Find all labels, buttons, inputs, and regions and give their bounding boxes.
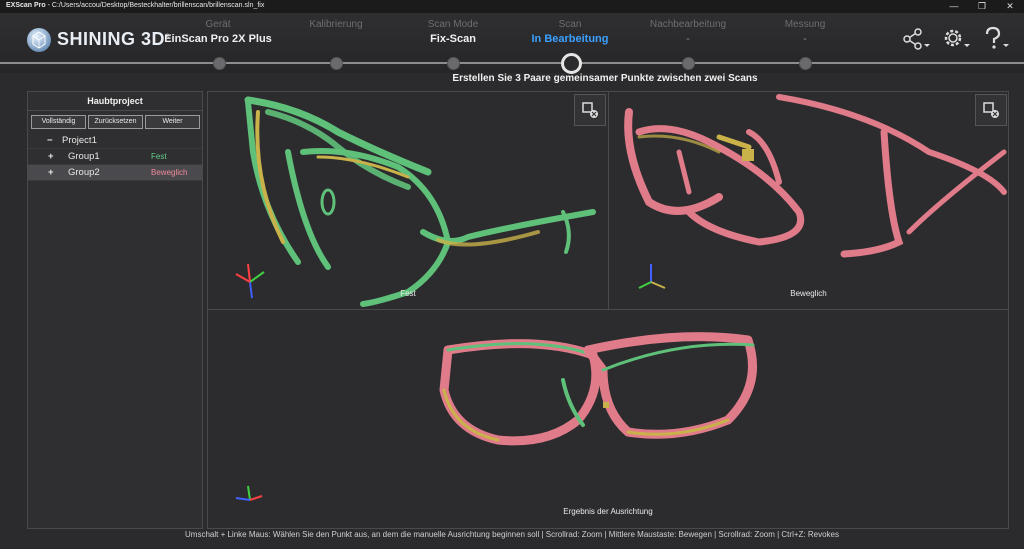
axis-gizmo-icon <box>638 264 666 289</box>
viewport-label-fixed: Fest <box>400 289 416 298</box>
shining3d-logo-icon <box>27 28 51 52</box>
status-bar: Umschalt + Linke Maus: Wählen Sie den Pu… <box>185 530 839 539</box>
status-moving: Beweglich <box>151 168 188 177</box>
fit-view-icon[interactable] <box>574 94 606 126</box>
aligned-glasses-scan <box>235 332 757 501</box>
help-icon[interactable] <box>981 26 1011 52</box>
step-dot-scan-mode[interactable] <box>447 57 460 70</box>
gear-icon[interactable] <box>941 26 971 52</box>
workflow-header: SHINING 3D® Gerät EinScan Pro 2X Plus Ka… <box>0 13 1024 74</box>
app-name: EXScan Pro <box>6 2 46 9</box>
fit-view-icon[interactable] <box>975 94 1007 126</box>
alignment-result-viewport[interactable]: Ergebnis der Ausrichtung <box>207 309 1009 529</box>
step-dot-measurement[interactable] <box>799 57 812 70</box>
window-title: EXScan Pro - C:/Users/accou/Desktop/Best… <box>6 2 265 9</box>
complete-button[interactable]: Vollständig <box>31 115 86 129</box>
share-icon[interactable] <box>901 27 931 51</box>
viewport-label-moving: Beweglich <box>790 289 827 298</box>
status-fixed: Fest <box>151 152 167 161</box>
step-dot-scan-current[interactable] <box>561 53 582 74</box>
axis-gizmo-icon <box>235 485 263 501</box>
tree-item-project1[interactable]: − Project1 <box>28 133 202 149</box>
tree-item-group2[interactable]: + Group2 Beweglich <box>28 165 202 181</box>
instruction-text: Erstellen Sie 3 Paare gemeinsamer Punkte… <box>452 73 758 84</box>
project-panel: Haubtproject Vollständig Zurücksetzen We… <box>27 91 203 529</box>
step-dot-device[interactable] <box>213 57 226 70</box>
next-button[interactable]: Weiter <box>145 115 200 129</box>
step-device[interactable]: Gerät EinScan Pro 2X Plus <box>158 19 278 45</box>
device-name: EinScan Pro 2X Plus <box>164 33 272 45</box>
step-dot-calibration[interactable] <box>330 57 343 70</box>
moving-scan-viewport[interactable]: Beweglich <box>608 91 1009 310</box>
maximize-button[interactable]: ❐ <box>968 0 996 13</box>
moving-glasses-scan <box>624 94 1007 289</box>
project-tree: − Project1 + Group1 Fest + Group2 Bewegl… <box>28 133 202 181</box>
title-bar: EXScan Pro - C:/Users/accou/Desktop/Best… <box>0 0 1024 13</box>
close-button[interactable]: ✕ <box>996 0 1024 13</box>
fixed-scan-viewport[interactable]: Fest <box>207 91 609 310</box>
fixed-glasses-scan <box>235 96 596 307</box>
collapse-icon[interactable]: − <box>47 133 53 148</box>
step-measurement[interactable]: Messung - <box>745 19 865 45</box>
viewport-label-result: Ergebnis der Ausrichtung <box>563 507 653 516</box>
expand-icon[interactable]: + <box>48 165 54 180</box>
step-scan[interactable]: Scan In Bearbeitung <box>510 19 630 45</box>
step-dot-postprocessing[interactable] <box>682 57 695 70</box>
project-panel-title: Haubtproject <box>28 92 202 111</box>
step-postprocessing[interactable]: Nachbearbeitung - <box>628 19 748 45</box>
expand-icon[interactable]: + <box>48 149 54 164</box>
step-scan-mode[interactable]: Scan Mode Fix-Scan <box>393 19 513 45</box>
file-path: C:/Users/accou/Desktop/Besteckhalter/bri… <box>51 2 265 9</box>
tree-item-group1[interactable]: + Group1 Fest <box>28 149 202 165</box>
reset-button[interactable]: Zurücksetzen <box>88 115 143 129</box>
minimize-button[interactable]: — <box>940 0 968 13</box>
step-calibration[interactable]: Kalibrierung <box>276 19 396 33</box>
brand-name: SHINING 3D® <box>57 29 170 49</box>
progress-track <box>0 62 1024 64</box>
